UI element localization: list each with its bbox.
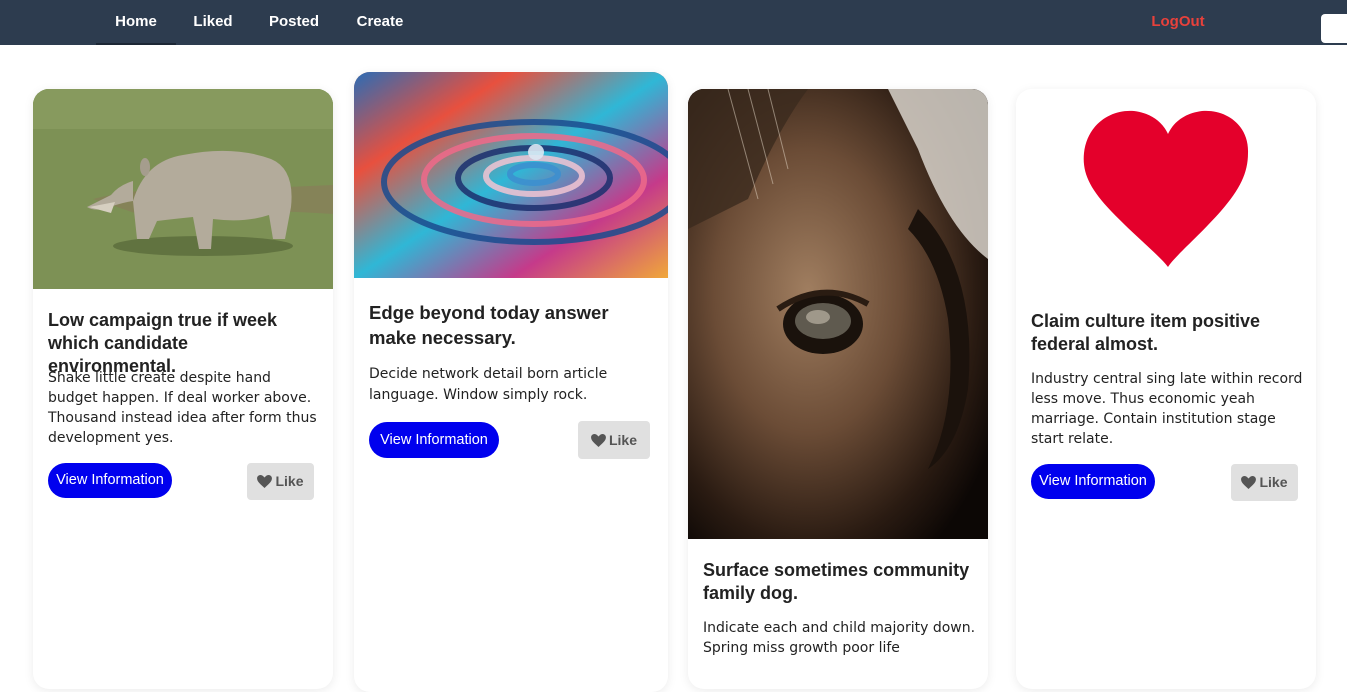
- water-drop-photo: [354, 72, 668, 278]
- post-card: Edge beyond today answer make necessary.…: [354, 72, 668, 692]
- nav-search-box[interactable]: [1321, 14, 1347, 43]
- top-navbar: Home Liked Posted Create LogOut: [0, 0, 1347, 45]
- nav-liked-link[interactable]: Liked: [188, 0, 238, 45]
- rhino-photo: [33, 89, 333, 289]
- view-information-button[interactable]: View Information: [369, 422, 499, 458]
- like-label: Like: [275, 473, 304, 489]
- like-label: Like: [608, 432, 637, 448]
- like-label: Like: [1259, 474, 1288, 490]
- view-information-button[interactable]: View Information: [1031, 464, 1155, 499]
- card-description: Shake little create despite hand budget …: [48, 370, 317, 446]
- heart-icon: [591, 434, 606, 447]
- view-information-button[interactable]: View Information: [48, 463, 172, 498]
- heart-image: [1016, 89, 1316, 289]
- heart-icon: [257, 475, 273, 488]
- card-title: Surface sometimes community family dog.: [703, 560, 970, 603]
- nav-home-link[interactable]: Home: [96, 0, 176, 45]
- heart-icon: [1241, 476, 1257, 489]
- card-description: Indicate each and child majority down. S…: [703, 620, 976, 656]
- nav-posted-link[interactable]: Posted: [264, 0, 324, 45]
- logout-link[interactable]: LogOut: [1146, 0, 1210, 45]
- post-card: Surface sometimes community family dog. …: [688, 89, 988, 689]
- card-description: Decide network detail born article langu…: [369, 366, 608, 403]
- card-title: Edge beyond today answer make necessary.: [369, 302, 609, 348]
- like-button[interactable]: Like: [247, 463, 314, 500]
- nav-create-link[interactable]: Create: [350, 0, 410, 45]
- card-title: Claim culture item positive federal almo…: [1031, 311, 1261, 354]
- horse-eye-photo: [688, 89, 988, 539]
- like-button[interactable]: Like: [1231, 464, 1298, 501]
- card-description: Industry central sing late within record…: [1031, 371, 1303, 447]
- like-button[interactable]: Like: [578, 421, 650, 459]
- post-card: Claim culture item positive federal almo…: [1016, 89, 1316, 689]
- post-card: Low campaign true if week which candidat…: [33, 89, 333, 689]
